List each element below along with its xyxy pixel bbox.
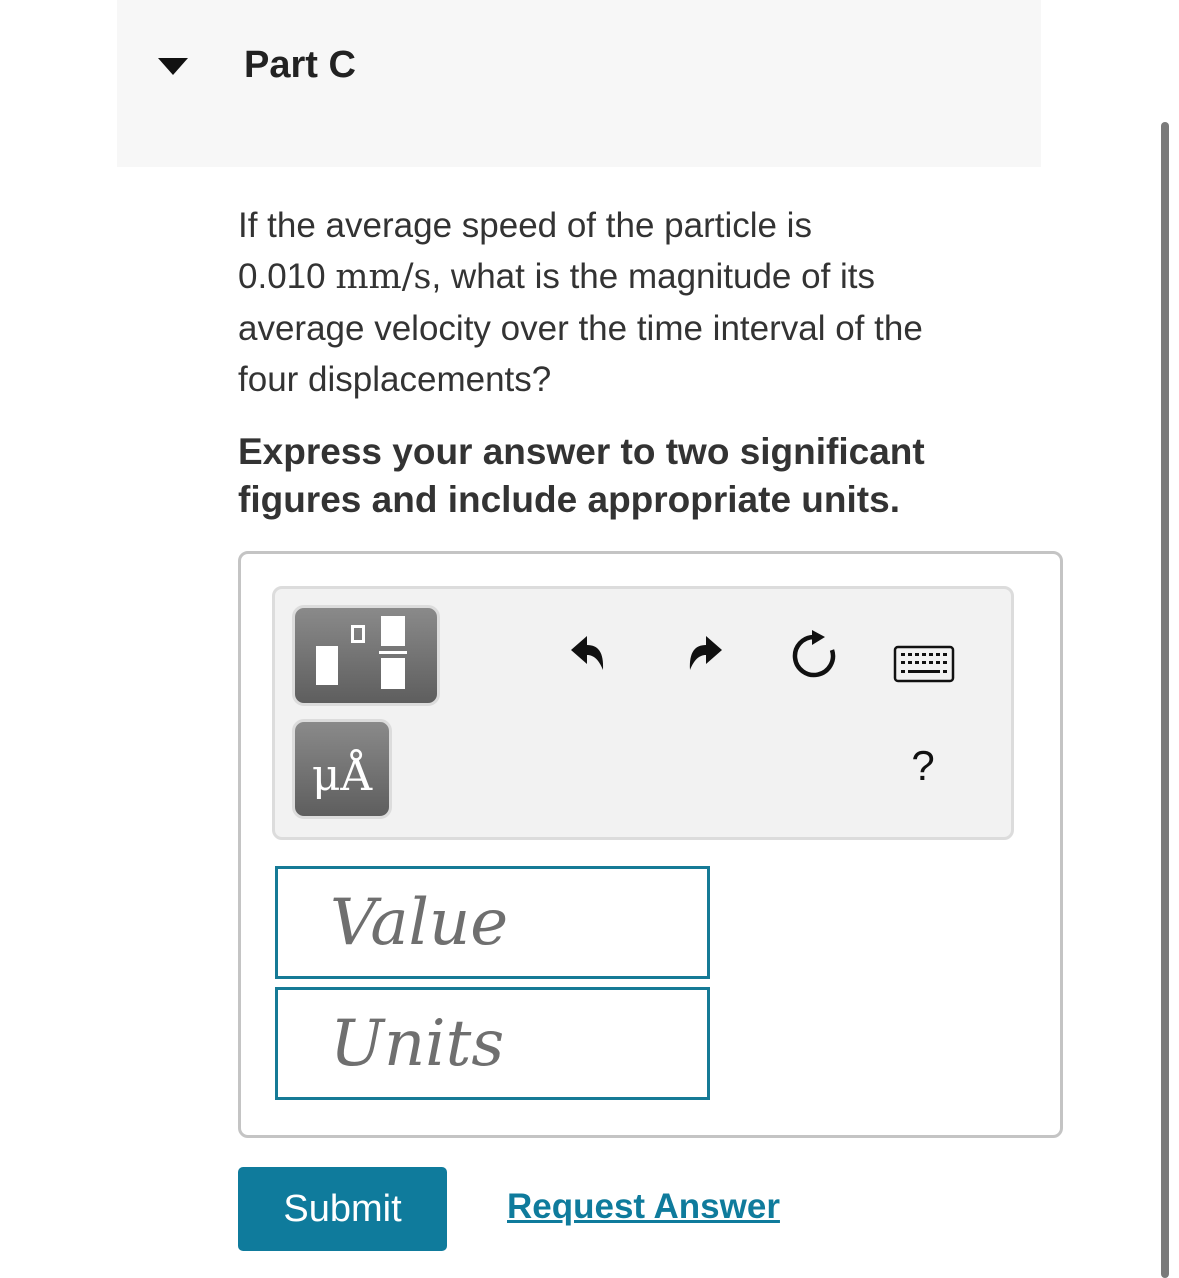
redo-icon[interactable] bbox=[680, 630, 728, 678]
speed-value: 0.010 bbox=[238, 257, 326, 296]
submit-button[interactable]: Submit bbox=[238, 1167, 447, 1251]
units-icon: μÅ bbox=[311, 750, 373, 801]
part-title: Part C bbox=[244, 44, 356, 86]
value-input[interactable] bbox=[275, 866, 710, 979]
reset-icon[interactable] bbox=[788, 630, 840, 682]
speed-unit: mm/s bbox=[335, 257, 432, 297]
question-line-4: four displacements? bbox=[238, 360, 552, 399]
help-icon[interactable]: ? bbox=[905, 742, 941, 798]
scrollbar[interactable] bbox=[1161, 122, 1169, 1278]
keyboard-icon[interactable] bbox=[893, 645, 955, 683]
question-line-3: average velocity over the time interval … bbox=[238, 309, 923, 348]
templates-button[interactable] bbox=[292, 605, 440, 706]
instruction-text: Express your answer to two significant f… bbox=[238, 431, 925, 520]
collapse-toggle-icon[interactable] bbox=[158, 58, 190, 78]
undo-icon[interactable] bbox=[565, 630, 613, 678]
units-input[interactable] bbox=[275, 987, 710, 1100]
question-text: If the average speed of the particle is … bbox=[238, 200, 1018, 405]
question-line-1: If the average speed of the particle is bbox=[238, 206, 812, 245]
request-answer-link[interactable]: Request Answer bbox=[507, 1187, 780, 1227]
units-button[interactable]: μÅ bbox=[292, 719, 392, 819]
question-line-2: , what is the magnitude of its bbox=[431, 257, 876, 296]
